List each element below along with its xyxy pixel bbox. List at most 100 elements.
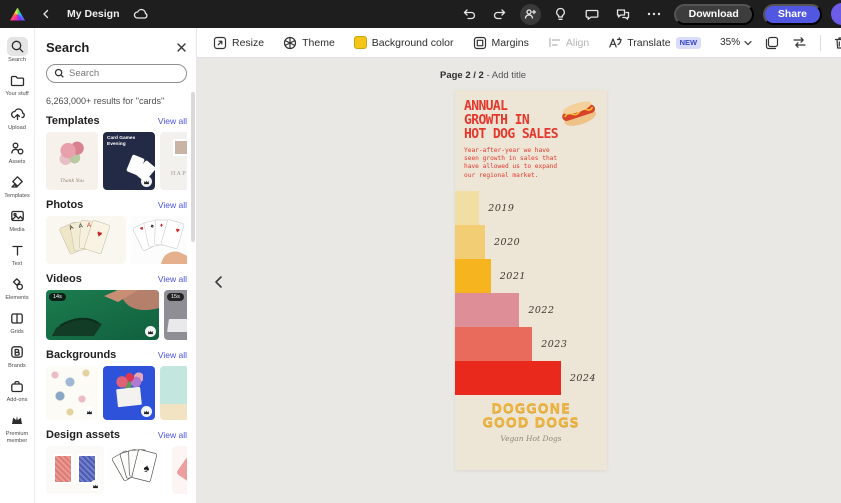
bar-row[interactable]: 2024	[455, 361, 598, 395]
sidebar-item-elements[interactable]: Elements	[0, 272, 35, 305]
background-thumb-pattern[interactable]	[46, 366, 98, 420]
search-input[interactable]	[69, 68, 179, 79]
bar-year-label[interactable]: 2024	[570, 373, 596, 384]
svg-text:A: A	[87, 223, 91, 229]
page-label[interactable]: Page 2 / 2 - Add title	[440, 70, 526, 81]
background-color-swatch-icon	[354, 36, 367, 49]
reorder-pages-button[interactable]	[792, 36, 807, 49]
resize-button[interactable]: Resize	[213, 36, 264, 50]
bar-year-label[interactable]: 2019	[488, 203, 514, 214]
bar-2022[interactable]	[455, 293, 519, 327]
search-icon	[7, 37, 28, 56]
share-button[interactable]: Share	[763, 4, 822, 25]
video-duration-badge: 14s	[49, 293, 66, 301]
bar-row[interactable]: 2023	[455, 327, 598, 361]
photo-art	[173, 139, 187, 156]
bar-year-label[interactable]: 2023	[541, 339, 567, 350]
translate-button[interactable]: Translate NEW	[608, 36, 701, 49]
delete-page-button[interactable]	[834, 36, 841, 50]
duplicate-page-button[interactable]	[765, 36, 779, 50]
red-card-back-art	[53, 454, 73, 484]
grids-icon	[7, 309, 28, 328]
bar-2019[interactable]	[455, 191, 479, 225]
sidebar-item-search[interactable]: Search	[0, 34, 35, 67]
add-people-icon[interactable]	[520, 4, 541, 25]
template-thumb-card-games[interactable]: Card Games Evening	[103, 132, 155, 190]
margins-button[interactable]: Margins	[473, 36, 529, 50]
folder-icon	[7, 71, 28, 90]
bar-year-label[interactable]: 2020	[494, 237, 520, 248]
document-title[interactable]: My Design	[67, 8, 120, 20]
hot-dog-illustration[interactable]	[556, 99, 602, 129]
chevron-left-icon	[213, 275, 224, 289]
close-icon[interactable]	[176, 42, 187, 53]
premium-badge-icon	[84, 406, 95, 417]
template-thumb-floral[interactable]: Thank You	[46, 132, 98, 190]
download-button[interactable]: Download	[674, 4, 754, 25]
cloud-sync-icon[interactable]	[130, 3, 152, 25]
panel-scrollbar[interactable]	[191, 92, 195, 242]
bar-row[interactable]: 2022	[455, 293, 598, 327]
photo-thumb-hand-cards[interactable]: ♥ ♠ ♦ ♥	[131, 216, 187, 264]
bar-2023[interactable]	[455, 327, 532, 361]
view-all-videos[interactable]: View all	[158, 274, 187, 284]
sidebar-item-templates[interactable]: Templates	[0, 170, 35, 203]
more-icon[interactable]	[643, 3, 665, 25]
view-all-templates[interactable]: View all	[158, 116, 187, 126]
view-all-photos[interactable]: View all	[158, 200, 187, 210]
sidebar-item-brands[interactable]: Brands	[0, 340, 35, 373]
bar-2020[interactable]	[455, 225, 485, 259]
video-thumb-laptop[interactable]: 15s	[164, 290, 187, 340]
asset-thumb-card-fan[interactable]: ♠	[109, 446, 167, 494]
pink-shape-art	[176, 457, 187, 484]
sidebar-item-assets[interactable]: Assets	[0, 136, 35, 169]
asset-thumb-card-backs[interactable]	[46, 446, 104, 494]
user-avatar[interactable]	[831, 3, 841, 25]
premium-crown-icon	[7, 411, 28, 430]
comment-icon[interactable]	[581, 3, 603, 25]
zoom-level-dropdown[interactable]: 35%	[720, 37, 752, 48]
sidebar-item-media[interactable]: Media	[0, 204, 35, 237]
background-color-button[interactable]: Background color	[354, 36, 454, 49]
design-body-text[interactable]: Year-after-year we have seen growth in s…	[464, 147, 568, 180]
template-thumb-happy[interactable]: HAPPY	[160, 132, 187, 190]
sidebar-item-grids[interactable]: Grids	[0, 306, 35, 339]
chat-threads-icon[interactable]	[612, 3, 634, 25]
sidebar-item-premium-member[interactable]: Premium member	[0, 408, 35, 448]
bar-2021[interactable]	[455, 259, 491, 293]
view-all-backgrounds[interactable]: View all	[158, 350, 187, 360]
collapse-panel-button[interactable]	[207, 270, 229, 294]
add-title-placeholder[interactable]: - Add title	[486, 70, 526, 81]
photo-thumb-fanned-cards[interactable]: A A A ♥	[46, 216, 126, 264]
redo-icon[interactable]	[489, 3, 511, 25]
design-footer[interactable]: DOGGONE GOOD DOGS Vegan Hot Dogs	[464, 403, 598, 443]
adobe-express-logo-icon[interactable]	[10, 8, 25, 21]
bar-year-label[interactable]: 2021	[500, 271, 526, 282]
bar-year-label[interactable]: 2022	[528, 305, 554, 316]
background-thumb-winter[interactable]	[160, 366, 187, 420]
sidebar-item-upload[interactable]: Upload	[0, 102, 35, 135]
background-thumb-envelope-flowers[interactable]	[103, 366, 155, 420]
video-thumb-card-table[interactable]: 14s	[46, 290, 159, 340]
design-page[interactable]: ANNUAL GROWTH IN HOT DOG SALES Year-afte…	[455, 90, 607, 470]
bar-row[interactable]: 2019	[455, 191, 598, 225]
sales-bar-chart[interactable]: 2019 2020 2021 2022 2023 2024	[455, 191, 598, 395]
asset-thumb-partial[interactable]	[172, 446, 187, 494]
bar-row[interactable]: 2021	[455, 259, 598, 293]
view-all-design-assets[interactable]: View all	[158, 430, 187, 440]
undo-icon[interactable]	[458, 3, 480, 25]
lightbulb-icon[interactable]	[550, 3, 572, 25]
sidebar-item-text[interactable]: Text	[0, 238, 35, 271]
premium-badge-icon	[141, 406, 152, 417]
trash-icon	[834, 36, 841, 50]
theme-button[interactable]: Theme	[283, 36, 335, 50]
align-button[interactable]: Align	[548, 36, 589, 49]
align-icon	[548, 36, 561, 49]
back-icon[interactable]	[35, 3, 57, 25]
bar-2024[interactable]	[455, 361, 561, 395]
bar-row[interactable]: 2020	[455, 225, 598, 259]
sidebar-item-add-ons[interactable]: Add-ons	[0, 374, 35, 407]
resize-icon	[213, 36, 227, 50]
sidebar-item-your-stuff[interactable]: Your stuff	[0, 68, 35, 101]
canvas-area[interactable]: Page 2 / 2 - Add title ANNUAL GROWTH IN …	[197, 58, 841, 503]
